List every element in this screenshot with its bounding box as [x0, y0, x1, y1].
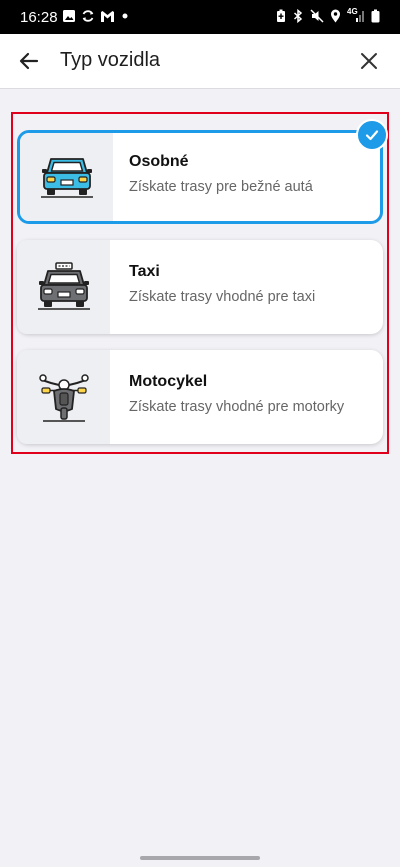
vehicle-title: Osobné: [129, 153, 189, 170]
page-title: Typ vozidla: [60, 49, 161, 71]
close-button[interactable]: [357, 49, 381, 73]
vehicle-icon-area: [17, 240, 110, 334]
vehicle-option-taxi[interactable]: Taxi Získate trasy vhodné pre taxi: [17, 240, 383, 334]
vehicle-icon-area: [20, 133, 113, 221]
battery-icon: [371, 9, 380, 23]
network-indicator: 4G: [347, 7, 365, 23]
taxi-icon: [37, 262, 90, 310]
battery-saver-icon: [277, 9, 285, 22]
status-left-icons: [62, 9, 130, 23]
signal-icon: [356, 11, 364, 22]
car-icon: [40, 158, 93, 198]
vehicle-title: Motocykel: [129, 373, 208, 390]
bluetooth-icon: [293, 9, 303, 23]
vehicle-option-motorcycle[interactable]: Motocykel Získate trasy vhodné pre motor…: [17, 350, 383, 444]
image-icon: [63, 10, 75, 22]
vehicle-option-car[interactable]: Osobné Získate trasy pre bežné autá: [17, 119, 388, 224]
status-bar: 16:28 4G: [0, 0, 400, 34]
status-time: 16:28: [20, 9, 58, 26]
dot-icon: [122, 13, 128, 19]
selected-badge: [356, 119, 388, 151]
sync-icon: [82, 10, 94, 22]
vehicle-icon-area: [17, 350, 110, 444]
vehicle-description: Získate trasy vhodné pre taxi: [129, 289, 316, 305]
motorcycle-icon: [38, 374, 89, 422]
mute-icon: [310, 9, 324, 23]
vehicle-title: Taxi: [129, 263, 160, 280]
close-icon: [361, 53, 377, 69]
checkmark-icon: [365, 130, 379, 141]
vehicle-description: Získate trasy pre bežné autá: [129, 179, 313, 195]
vehicle-description: Získate trasy vhodné pre motorky: [129, 399, 345, 415]
gmail-icon: [101, 10, 114, 22]
gesture-nav-handle[interactable]: [140, 856, 260, 860]
status-right-icons: 4G: [276, 7, 380, 23]
app-bar: Typ vozidla: [0, 34, 400, 89]
arrow-left-icon: [19, 52, 39, 70]
location-icon: [331, 9, 340, 23]
back-button[interactable]: [17, 49, 41, 73]
